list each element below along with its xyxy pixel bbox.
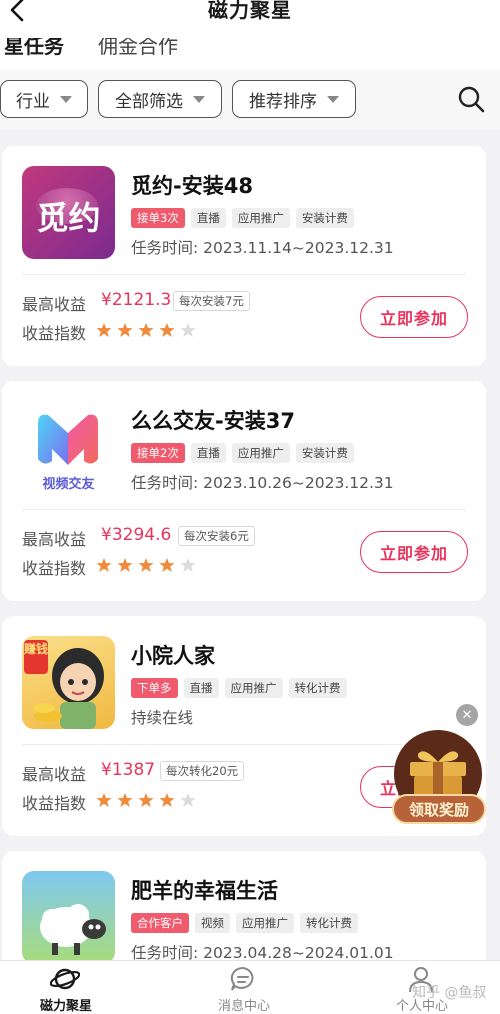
star-empty-icon: [180, 558, 196, 572]
star-filled-icon: [117, 323, 133, 337]
tag-list: 合作客户 视频 应用推广 转化计费: [131, 913, 358, 933]
per-rate-badge: 每次安装6元: [178, 526, 255, 546]
divider: [22, 509, 466, 510]
task-card[interactable]: 觅约 觅约-安装48 接单3次 直播 应用推广 安装计费 任务时间: 2023.…: [2, 146, 486, 366]
tag: 应用推广: [224, 678, 283, 698]
tag: 接单2次: [131, 443, 185, 463]
nav-messages[interactable]: 消息中心: [184, 961, 304, 1014]
top-bar: 磁力聚星: [0, 0, 500, 38]
task-name: 觅约-安装48: [131, 174, 253, 198]
task-name: 肥羊的幸福生活: [131, 879, 278, 903]
filter-sort[interactable]: 推荐排序: [232, 80, 356, 118]
join-button[interactable]: 立即参加: [360, 531, 468, 573]
rating-stars: [96, 557, 196, 573]
star-empty-icon: [180, 793, 196, 807]
page-title: 磁力聚星: [208, 0, 292, 22]
task-time: 持续在线: [131, 709, 194, 727]
income-label: 最高收益: [22, 765, 87, 784]
planet-icon: [50, 968, 80, 990]
app-icon-meme: 视频交友: [22, 401, 115, 494]
divider: [22, 274, 466, 275]
filter-industry[interactable]: 行业: [0, 80, 88, 118]
income-value: ¥3294.6: [101, 525, 172, 545]
task-name: 小院人家: [131, 644, 215, 668]
filter-all-label: 全部筛选: [115, 91, 183, 112]
tag-list: 下单多 直播 应用推广 转化计费: [131, 678, 347, 698]
tag: 直播: [183, 678, 219, 698]
tag: 安装计费: [295, 208, 354, 228]
task-time: 任务时间: 2023.11.14~2023.12.31: [131, 239, 394, 257]
per-rate-badge: 每次转化20元: [160, 761, 245, 781]
tag: 转化计费: [288, 678, 347, 698]
app-icon-miyue: 觅约: [22, 166, 115, 259]
nav-cilijuxing[interactable]: 磁力聚星: [6, 961, 126, 1014]
message-icon: [230, 966, 254, 991]
star-filled-icon: [96, 323, 112, 337]
app-icon-xiaoyuan: 赚钱: [22, 636, 115, 729]
index-label: 收益指数: [22, 559, 87, 578]
rating-stars: [96, 322, 196, 338]
filter-sort-label: 推荐排序: [249, 91, 317, 112]
star-filled-icon: [138, 793, 154, 807]
app-icon-text: 视频交友: [42, 477, 95, 492]
per-rate-badge: 每次安装7元: [173, 291, 250, 311]
app-icon-text: 赚钱: [24, 640, 48, 674]
close-gift-button[interactable]: ✕: [456, 704, 478, 726]
income-label: 最高收益: [22, 530, 87, 549]
star-filled-icon: [159, 558, 175, 572]
tag: 安装计费: [295, 443, 354, 463]
index-label: 收益指数: [22, 324, 87, 343]
tag: 合作客户: [131, 913, 189, 933]
search-button[interactable]: [456, 84, 486, 114]
app-icon-feiyang: [22, 871, 115, 964]
income-label: 最高收益: [22, 295, 87, 314]
app-icon-text: 觅约: [36, 199, 101, 237]
filter-bar: 行业 全部筛选 推荐排序: [0, 70, 500, 130]
tag: 直播: [190, 443, 226, 463]
income-value: ¥1387: [101, 760, 156, 780]
tag: 直播: [190, 208, 226, 228]
tag: 下单多: [131, 678, 178, 698]
task-card[interactable]: 肥羊的幸福生活 合作客户 视频 应用推广 转化计费 任务时间: 2023.04.…: [2, 851, 486, 971]
star-filled-icon: [96, 558, 112, 572]
caret-down-icon: [327, 95, 339, 103]
tag-list: 接单3次 直播 应用推广 安装计费: [131, 208, 354, 228]
nav-label: 磁力聚星: [39, 999, 92, 1014]
tab-star-tasks[interactable]: 星任务: [4, 38, 64, 59]
caret-down-icon: [193, 95, 205, 103]
join-button[interactable]: 立即参加: [360, 296, 468, 338]
star-empty-icon: [180, 323, 196, 337]
star-filled-icon: [117, 793, 133, 807]
task-time: 任务时间: 2023.10.26~2023.12.31: [131, 474, 394, 492]
tag-list: 接单2次 直播 应用推广 安装计费: [131, 443, 354, 463]
task-name: 么么交友-安装37: [131, 409, 295, 433]
filter-all[interactable]: 全部筛选: [98, 80, 222, 118]
tag: 应用推广: [236, 913, 294, 933]
tag: 转化计费: [300, 913, 358, 933]
watermark: 知乎 @鱼叔: [412, 985, 487, 1001]
search-icon: [458, 86, 485, 113]
tab-bar: 星任务 佣金合作: [0, 38, 500, 70]
star-filled-icon: [138, 558, 154, 572]
filter-industry-label: 行业: [16, 91, 50, 112]
star-filled-icon: [117, 558, 133, 572]
claim-reward-label[interactable]: 领取奖励: [392, 794, 486, 824]
income-value: ¥2121.3: [101, 290, 172, 310]
caret-down-icon: [60, 95, 72, 103]
tab-commission[interactable]: 佣金合作: [98, 38, 178, 59]
index-label: 收益指数: [22, 794, 87, 813]
tag: 视频: [195, 913, 230, 933]
star-filled-icon: [159, 793, 175, 807]
star-filled-icon: [138, 323, 154, 337]
sheep-icon: [40, 904, 106, 955]
tag: 接单3次: [131, 208, 185, 228]
tag: 应用推广: [231, 443, 290, 463]
star-filled-icon: [96, 793, 112, 807]
tag: 应用推广: [231, 208, 290, 228]
task-card[interactable]: 视频交友 么么交友-安装37 接单2次 直播 应用推广 安装计费 任务时间: 2…: [2, 381, 486, 601]
nav-label: 消息中心: [217, 999, 270, 1014]
close-icon: ✕: [461, 707, 473, 723]
rating-stars: [96, 792, 196, 808]
star-filled-icon: [159, 323, 175, 337]
